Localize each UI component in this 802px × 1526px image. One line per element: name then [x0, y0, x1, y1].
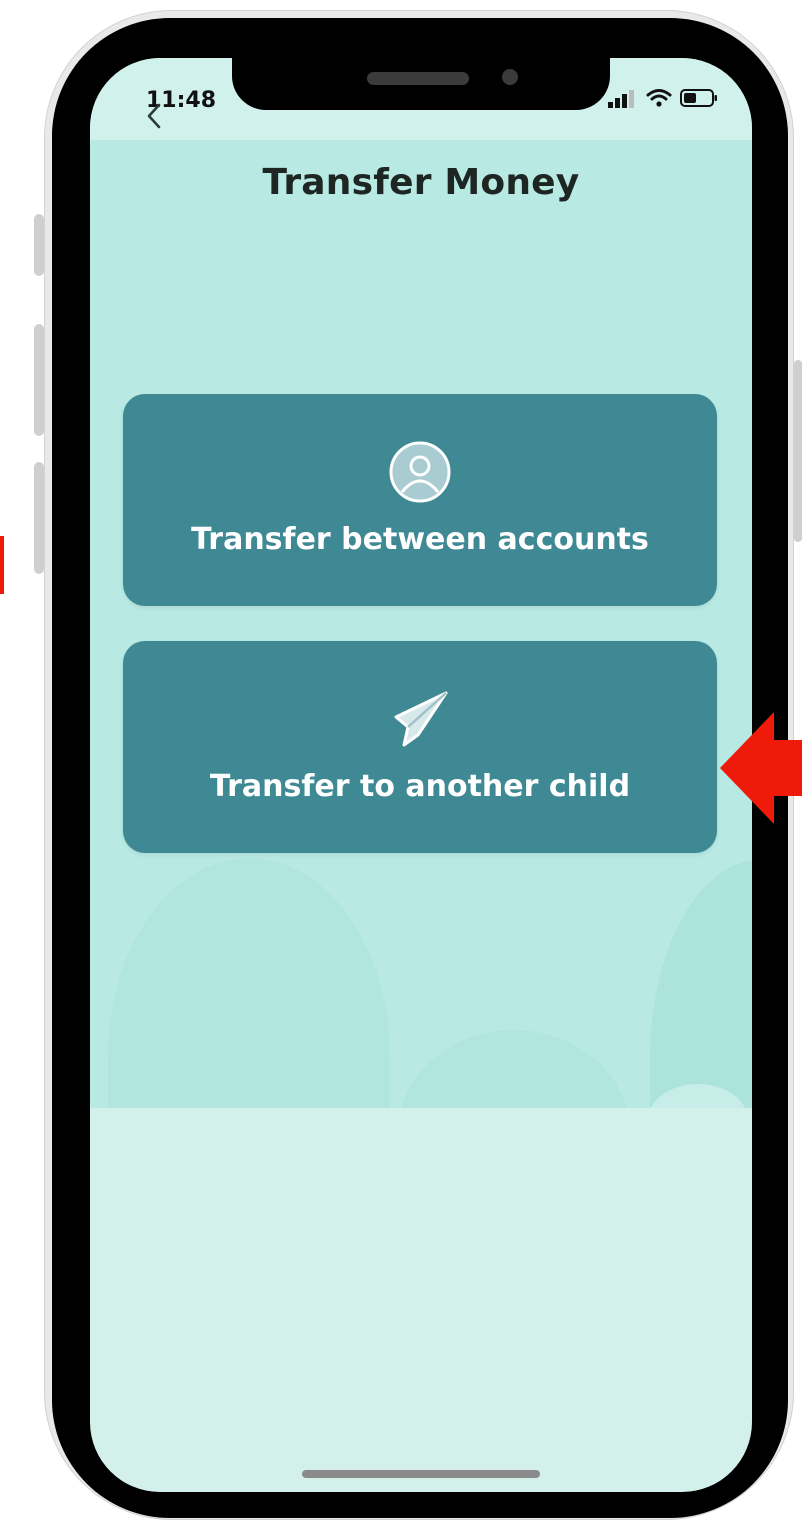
status-icons [608, 88, 718, 108]
user-circle-icon [389, 441, 451, 503]
back-button[interactable] [132, 94, 176, 138]
option-label: Transfer to another child [209, 769, 631, 804]
background-hill [398, 1030, 630, 1108]
app-screen: 11:48 Transfer Money Transfer between ac… [90, 58, 752, 1492]
volume-down-button [34, 462, 44, 574]
silent-switch [34, 214, 44, 276]
option-label: Transfer between accounts [191, 522, 649, 557]
wifi-icon [646, 89, 672, 107]
battery-icon [680, 89, 717, 107]
transfer-between-accounts-button[interactable]: Transfer between accounts [123, 394, 717, 606]
speaker-grille [367, 72, 469, 85]
transfer-to-another-child-button[interactable]: Transfer to another child [123, 641, 717, 853]
background-hill [650, 860, 752, 1108]
signal-icon [608, 90, 634, 108]
background-hill [108, 858, 390, 1108]
volume-up-button [34, 324, 44, 436]
annotation-edge-mark [0, 536, 4, 594]
front-camera [502, 69, 518, 85]
annotation-arrow-icon [720, 712, 802, 824]
hero-background [90, 140, 752, 1108]
page-title: Transfer Money [262, 162, 580, 203]
chevron-left-icon [147, 103, 161, 129]
paper-plane-icon [394, 691, 448, 747]
home-indicator[interactable] [302, 1470, 540, 1478]
power-button [794, 360, 802, 542]
